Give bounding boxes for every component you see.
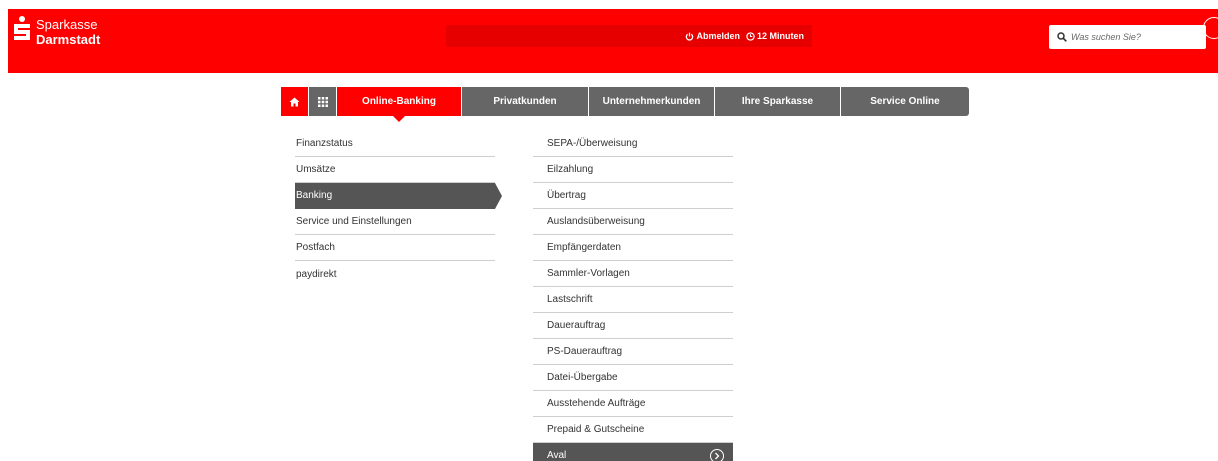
logout-link[interactable]: Abmelden [685,31,740,41]
menu-item-label: Dauerauftrag [547,320,606,331]
chevron-right-icon [710,449,724,461]
menu-item-sepa-ueberweisung[interactable]: SEPA-/Überweisung [533,131,733,157]
brand-name-line2: Darmstadt [36,32,101,47]
nav-apps-button[interactable] [309,87,336,116]
tab-service-online[interactable]: Service Online [841,87,969,116]
clock-icon [746,31,755,41]
menu-item-banking[interactable]: Banking [295,183,502,209]
brand-name-line1: Sparkasse [36,17,98,32]
menu-item-label: Sammler-Vorlagen [547,268,630,279]
tab-ihre-sparkasse[interactable]: Ihre Sparkasse [715,87,840,116]
menu-item-label: Aval [547,450,567,461]
menu-item-paydirekt[interactable]: paydirekt [295,261,495,287]
menu-item-empfaengerdaten[interactable]: Empfängerdaten [533,235,733,261]
timer-label: 12 Minuten [756,31,804,41]
menu-item-sammler-vorlagen[interactable]: Sammler-Vorlagen [533,261,733,287]
header-bar: Sparkasse Darmstadt Abmelden 12 Minuten [8,9,1218,73]
menu-item-ausstehende-auftraege[interactable]: Ausstehende Aufträge [533,391,733,417]
sparkasse-s-icon [14,16,30,40]
search-input[interactable] [1071,29,1201,45]
home-icon [289,97,300,106]
tab-privatkunden[interactable]: Privatkunden [462,87,588,116]
menu-item-label: Lastschrift [547,294,593,305]
menu-item-label: Prepaid & Gutscheine [547,424,645,435]
banking-actions-menu: SEPA-/Überweisung Eilzahlung Übertrag Au… [533,131,733,461]
banking-submenu: Finanzstatus Umsätze Banking Service und… [295,131,502,287]
menu-item-label: Ausstehende Aufträge [547,398,646,409]
menu-item-label: Empfängerdaten [547,242,621,253]
logout-label: Abmelden [696,31,740,41]
menu-item-finanzstatus[interactable]: Finanzstatus [295,131,495,157]
menu-item-service-einstellungen[interactable]: Service und Einstellungen [295,209,495,235]
nav-home-button[interactable] [281,87,308,116]
menu-item-prepaid-gutscheine[interactable]: Prepaid & Gutscheine [533,417,733,443]
menu-item-label: Eilzahlung [547,164,594,175]
search-icon [1057,32,1067,42]
menu-item-auslandsueberweisung[interactable]: Auslandsüberweisung [533,209,733,235]
menu-item-eilzahlung[interactable]: Eilzahlung [533,157,733,183]
main-navigation: Online-Banking Privatkunden Unternehmerk… [281,87,969,122]
menu-item-postfach[interactable]: Postfach [295,235,495,261]
menu-item-dauerauftrag[interactable]: Dauerauftrag [533,313,733,339]
session-bar: Abmelden 12 Minuten [446,25,812,47]
tab-unternehmerkunden[interactable]: Unternehmerkunden [589,87,714,116]
menu-item-label: SEPA-/Überweisung [547,138,638,149]
tab-online-banking[interactable]: Online-Banking [337,87,461,122]
session-timer: 12 Minuten [746,31,804,41]
brand-name: Sparkasse Darmstadt [36,17,100,47]
menu-item-aval[interactable]: Aval [533,443,733,461]
menu-item-label: Auslandsüberweisung [547,216,645,227]
search-box[interactable] [1049,25,1206,49]
menu-item-ps-dauerauftrag[interactable]: PS-Dauerauftrag [533,339,733,365]
menu-item-label: Übertrag [547,190,586,201]
menu-item-label: PS-Dauerauftrag [547,346,623,357]
menu-item-umsaetze[interactable]: Umsätze [295,157,495,183]
grid-icon [317,96,328,107]
menu-item-uebertrag[interactable]: Übertrag [533,183,733,209]
power-icon [686,32,694,41]
sparkasse-logo[interactable]: Sparkasse Darmstadt [12,14,122,59]
menu-item-datei-uebergabe[interactable]: Datei-Übergabe [533,365,733,391]
menu-item-label: Datei-Übergabe [547,372,618,383]
search-submit-button[interactable] [1203,17,1218,39]
menu-item-lastschrift[interactable]: Lastschrift [533,287,733,313]
